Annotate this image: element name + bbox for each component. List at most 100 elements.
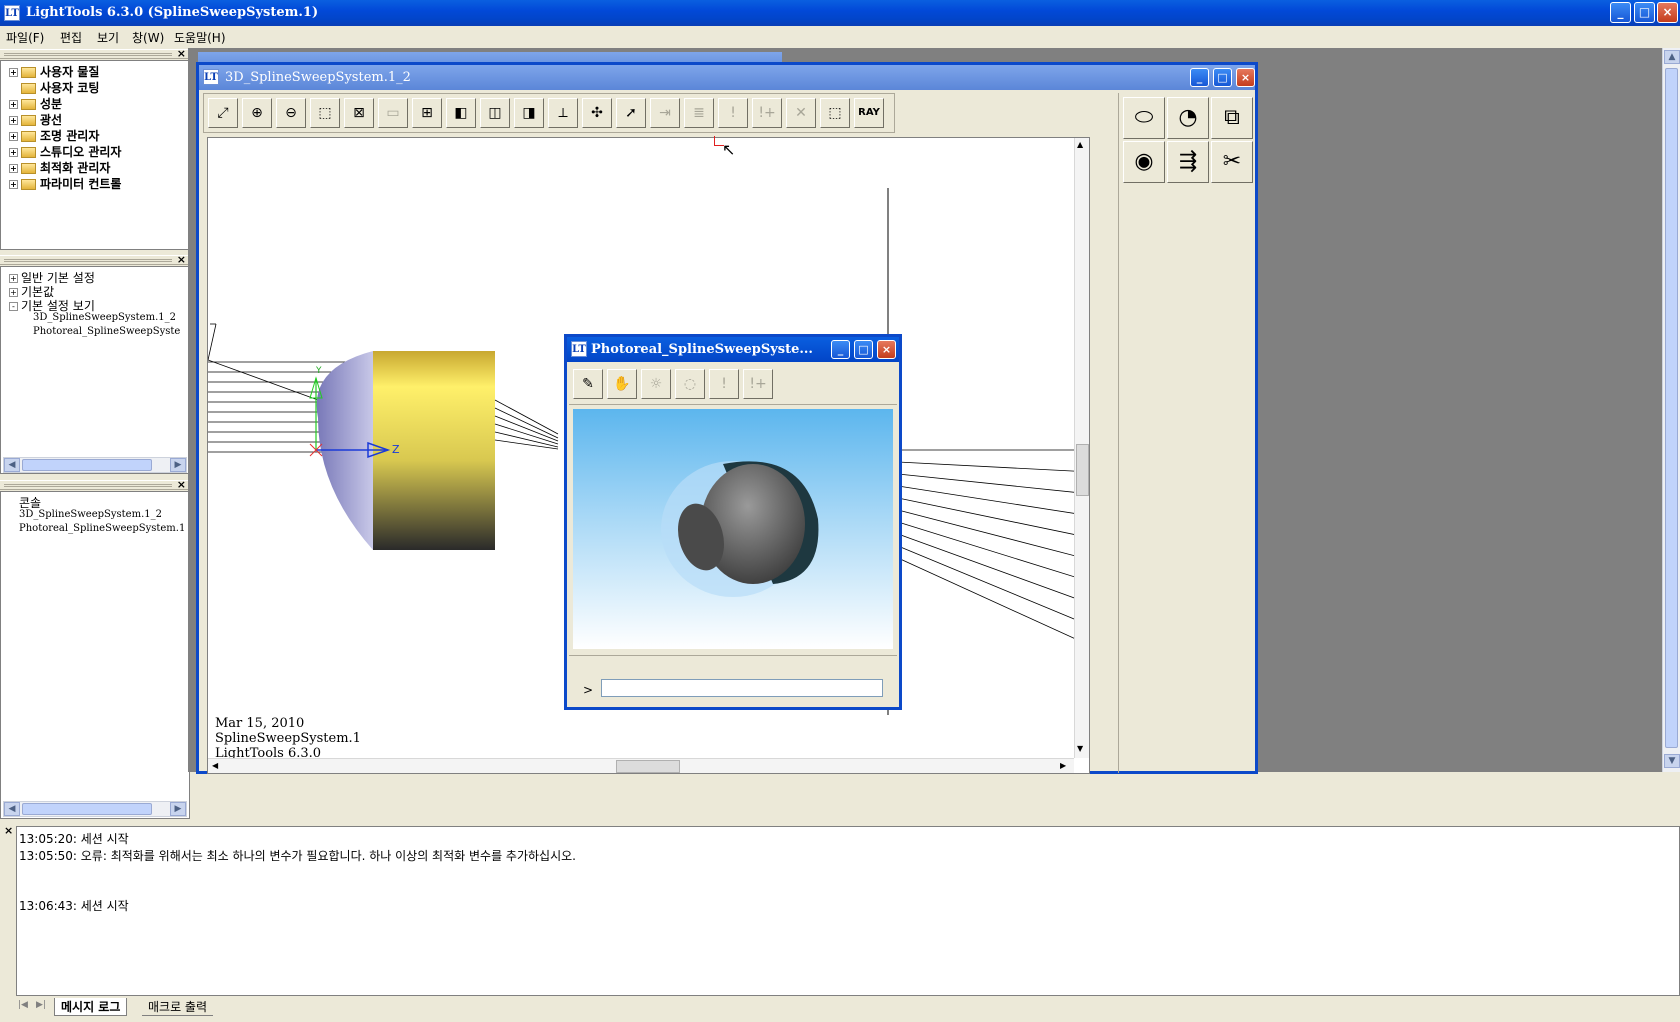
scroll-thumb[interactable] xyxy=(22,803,152,815)
zoom-window-icon[interactable]: ⬚ xyxy=(310,98,340,128)
photoreal-render xyxy=(573,409,893,649)
window-3d-title-bar[interactable]: LT 3D_SplineSweepSystem.1_2 _ □ × xyxy=(199,65,1255,90)
list-icon[interactable]: ≣ xyxy=(684,98,714,128)
tree-panel-grip[interactable]: × xyxy=(0,47,190,60)
scroll-thumb[interactable] xyxy=(1665,68,1678,748)
settings-hscroll[interactable]: ◀ ▶ xyxy=(3,457,187,473)
scroll-left-icon[interactable]: ◀ xyxy=(4,802,20,816)
scroll-up-icon[interactable]: ▲ xyxy=(1664,50,1680,64)
rotate-icon[interactable]: ✣ xyxy=(582,98,612,128)
warning-icon[interactable]: ! xyxy=(718,98,748,128)
receiver-icon[interactable]: ◔ xyxy=(1167,97,1209,139)
console-item-photoreal[interactable]: Photoreal_SplineSweepSystem.1 xyxy=(19,523,189,539)
menu-edit[interactable]: 편집 xyxy=(60,29,82,46)
settings-subitem-photoreal[interactable]: Photoreal_SplineSweepSyste xyxy=(33,326,189,342)
arrow-icon[interactable]: ➚ xyxy=(616,98,646,128)
ray-icon[interactable]: RAY xyxy=(854,98,884,128)
command-input[interactable] xyxy=(601,679,883,697)
scroll-up-icon[interactable]: ▲ xyxy=(1077,140,1083,149)
scroll-down-icon[interactable]: ▼ xyxy=(1664,754,1680,768)
log-line: 13:05:50: 오류: 최적화를 위해서는 최소 하나의 변수가 필요합니다… xyxy=(19,849,576,863)
tree-item-components[interactable]: + 성분 xyxy=(9,95,62,111)
tab-message-log[interactable]: 메시지 로그 xyxy=(54,998,128,1016)
console-hscroll[interactable]: ◀ ▶ xyxy=(3,801,187,817)
solid-icon[interactable]: ⧉ xyxy=(1211,97,1253,139)
settings-panel-close-button[interactable]: × xyxy=(177,253,186,266)
scroll-thumb[interactable] xyxy=(616,760,680,773)
zoom-z-icon[interactable]: ⬚ xyxy=(820,98,850,128)
axes-icon[interactable]: ⟂ xyxy=(548,98,578,128)
tree-item-illumination-manager[interactable]: + 조명 관리자 xyxy=(9,127,99,143)
quad-view-icon[interactable]: ⊞ xyxy=(412,98,442,128)
tree-item-studio-manager[interactable]: + 스튜디오 관리자 xyxy=(9,143,121,159)
scroll-right-icon[interactable]: ▶ xyxy=(170,802,186,816)
maximize-button[interactable]: □ xyxy=(1634,2,1655,23)
tree-item-rays[interactable]: + 광선 xyxy=(9,111,62,127)
tree-item-parameter-control[interactable]: + 파라미터 컨트롤 xyxy=(9,175,121,191)
menu-help[interactable]: 도움말(H) xyxy=(174,29,226,46)
close-button[interactable]: × xyxy=(1657,2,1678,23)
console-grip[interactable]: × xyxy=(0,822,16,1022)
light-disabled-icon[interactable]: ◌ xyxy=(675,369,705,399)
tree-item-optimization-manager[interactable]: + 최적화 관리자 xyxy=(9,159,110,175)
window-3d-minimize-button[interactable]: _ xyxy=(1190,68,1209,87)
zoom-fit-icon[interactable]: ⤢ xyxy=(208,98,238,128)
photoreal-close-button[interactable]: × xyxy=(877,340,896,359)
folder-icon xyxy=(21,163,36,174)
window-3d-toolbar: ⤢ ⊕ ⊖ ⬚ ⊠ ▭ ⊞ ◧ ◫ ◨ ⟂ ✣ ➚ ⇥ ≣ ! !+ ✕ ⬚ R… xyxy=(203,93,895,133)
viewport-vscroll[interactable]: ▲ ▼ xyxy=(1074,138,1089,758)
side-view-icon[interactable]: ◨ xyxy=(514,98,544,128)
tree-panel-close-button[interactable]: × xyxy=(177,47,186,60)
light-minus-icon[interactable]: ! xyxy=(709,369,739,399)
tree-item-user-materials[interactable]: + 사용자 물질 xyxy=(9,63,99,79)
lens-ray-icon[interactable]: ⇶ xyxy=(1167,141,1209,183)
tab-macro-output[interactable]: 매크로 출력 xyxy=(142,998,214,1016)
tab-prev-icon[interactable]: |◀ xyxy=(18,1000,28,1010)
scroll-thumb[interactable] xyxy=(22,459,152,471)
scissors-icon[interactable]: ✂ xyxy=(1211,141,1253,183)
console-item[interactable]: 콘솔 xyxy=(19,494,41,510)
zoom-all-icon[interactable]: ⊠ xyxy=(344,98,374,128)
console-panel-close-button[interactable]: × xyxy=(177,478,186,491)
lens-icon[interactable]: ⬭ xyxy=(1123,97,1165,139)
photoreal-maximize-button[interactable]: □ xyxy=(854,340,873,359)
photoreal-minimize-button[interactable]: _ xyxy=(831,340,850,359)
front-view-icon[interactable]: ◫ xyxy=(480,98,510,128)
app-icon: LT xyxy=(4,5,20,21)
photoreal-title-bar[interactable]: LT Photoreal_SplineSweepSyste... _ □ × xyxy=(567,337,899,362)
console-close-button[interactable]: × xyxy=(4,824,13,837)
light-icon[interactable]: ☼ xyxy=(641,369,671,399)
scroll-thumb[interactable] xyxy=(1076,444,1089,496)
tree-item-user-coatings[interactable]: +사용자 코팅 xyxy=(9,79,99,95)
zoom-in-icon[interactable]: ⊕ xyxy=(242,98,272,128)
light-plus-icon[interactable]: !+ xyxy=(743,369,773,399)
scroll-left-icon[interactable]: ◀ xyxy=(212,761,218,770)
scroll-right-icon[interactable]: ▶ xyxy=(170,458,186,472)
scroll-right-icon[interactable]: ▶ xyxy=(1060,761,1066,770)
console-panel-grip[interactable]: × xyxy=(0,478,190,491)
brush-icon[interactable]: ✎ xyxy=(573,369,603,399)
menu-view[interactable]: 보기 xyxy=(97,29,119,46)
scroll-left-icon[interactable]: ◀ xyxy=(4,458,20,472)
menu-file[interactable]: 파일(F) xyxy=(6,29,44,46)
menu-window[interactable]: 창(W) xyxy=(132,29,164,46)
settings-item-view[interactable]: - 기본 설정 보기 xyxy=(9,297,95,313)
minimize-button[interactable]: _ xyxy=(1610,2,1631,23)
single-view-icon[interactable]: ▭ xyxy=(378,98,408,128)
zoom-out-icon[interactable]: ⊖ xyxy=(276,98,306,128)
delete-icon[interactable]: ✕ xyxy=(786,98,816,128)
warning-plus-icon[interactable]: !+ xyxy=(752,98,782,128)
axis-label-z: Z xyxy=(392,443,400,456)
tab-next-icon[interactable]: ▶| xyxy=(36,1000,46,1010)
scroll-down-icon[interactable]: ▼ xyxy=(1077,744,1083,753)
eye-icon[interactable]: ◉ xyxy=(1123,141,1165,183)
hand-icon[interactable]: ✋ xyxy=(607,369,637,399)
window-3d-close-button[interactable]: × xyxy=(1236,68,1255,87)
footer-date: Mar 15, 2010 xyxy=(215,716,305,731)
viewport-hscroll[interactable]: ◀ ▶ xyxy=(208,758,1074,773)
settings-panel-grip[interactable]: × xyxy=(0,253,190,266)
window-3d-maximize-button[interactable]: □ xyxy=(1213,68,1232,87)
iso-view-icon[interactable]: ◧ xyxy=(446,98,476,128)
ray-trace-icon[interactable]: ⇥ xyxy=(650,98,680,128)
workspace-vscroll[interactable]: ▲ ▼ xyxy=(1662,48,1680,772)
